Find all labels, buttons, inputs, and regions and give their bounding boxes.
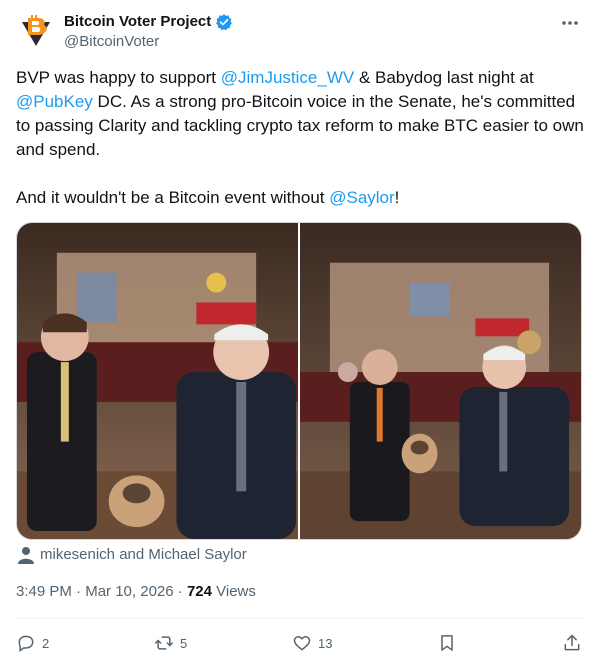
photo-2[interactable] bbox=[300, 223, 581, 539]
verified-badge-icon bbox=[216, 14, 233, 31]
tweet-text: BVP was happy to support @JimJustice_WV … bbox=[16, 66, 586, 210]
photo-1[interactable] bbox=[17, 223, 298, 539]
reply-button[interactable]: 2 bbox=[16, 633, 49, 653]
bitcoin-logo-icon bbox=[22, 15, 50, 46]
bookmark-button[interactable] bbox=[437, 633, 457, 653]
action-bar: 2 5 13 bbox=[16, 630, 582, 656]
reply-count: 2 bbox=[42, 635, 50, 651]
text-segment: BVP was happy to support bbox=[16, 68, 221, 87]
text-segment: And it wouldn't be a Bitcoin event witho… bbox=[16, 188, 330, 207]
text-segment: & Babydog last night at bbox=[354, 68, 534, 87]
tweet-meta: 3:49 PM · Mar 10, 2026 · 724 Views bbox=[16, 582, 256, 602]
like-count: 13 bbox=[318, 635, 333, 651]
timestamp-time[interactable]: 3:49 PM bbox=[16, 583, 72, 600]
more-icon bbox=[562, 21, 578, 25]
tweet-paragraph-2: And it wouldn't be a Bitcoin event witho… bbox=[16, 186, 586, 210]
author-handle[interactable]: @BitcoinVoter bbox=[64, 32, 159, 52]
bookmark-icon bbox=[441, 635, 453, 651]
repost-count: 5 bbox=[180, 635, 188, 651]
author-name[interactable]: Bitcoin Voter Project bbox=[64, 12, 233, 32]
views-label: Views bbox=[211, 583, 256, 600]
tagged-people[interactable]: mikesenich and Michael Saylor bbox=[18, 545, 247, 565]
timestamp-date[interactable]: Mar 10, 2026 bbox=[85, 583, 173, 600]
meta-separator: · bbox=[71, 583, 86, 600]
repost-icon bbox=[154, 636, 174, 650]
author-name-text: Bitcoin Voter Project bbox=[64, 13, 212, 30]
text-segment: DC. As a strong pro-Bitcoin voice in the… bbox=[16, 92, 584, 159]
reply-icon bbox=[18, 635, 34, 652]
person-icon bbox=[18, 547, 34, 564]
divider bbox=[16, 618, 582, 619]
repost-button[interactable]: 5 bbox=[154, 633, 187, 653]
avatar[interactable] bbox=[16, 12, 56, 52]
tagged-people-text: mikesenich and Michael Saylor bbox=[40, 546, 247, 563]
views-count: 724 bbox=[186, 583, 212, 600]
meta-separator: · bbox=[173, 583, 187, 600]
media-grid bbox=[16, 222, 582, 540]
share-button[interactable] bbox=[562, 633, 582, 653]
like-icon bbox=[293, 636, 311, 651]
tweet-paragraph-1: BVP was happy to support @JimJustice_WV … bbox=[16, 66, 586, 162]
share-icon bbox=[564, 634, 580, 651]
more-button[interactable] bbox=[558, 14, 582, 32]
like-button[interactable]: 13 bbox=[292, 633, 332, 653]
text-segment: ! bbox=[394, 188, 400, 207]
mention-jimjustice-link[interactable]: @JimJustice_WV bbox=[221, 68, 354, 87]
mention-saylor-link[interactable]: @Saylor bbox=[329, 188, 394, 207]
mention-pubkey-link[interactable]: @PubKey bbox=[16, 92, 93, 111]
